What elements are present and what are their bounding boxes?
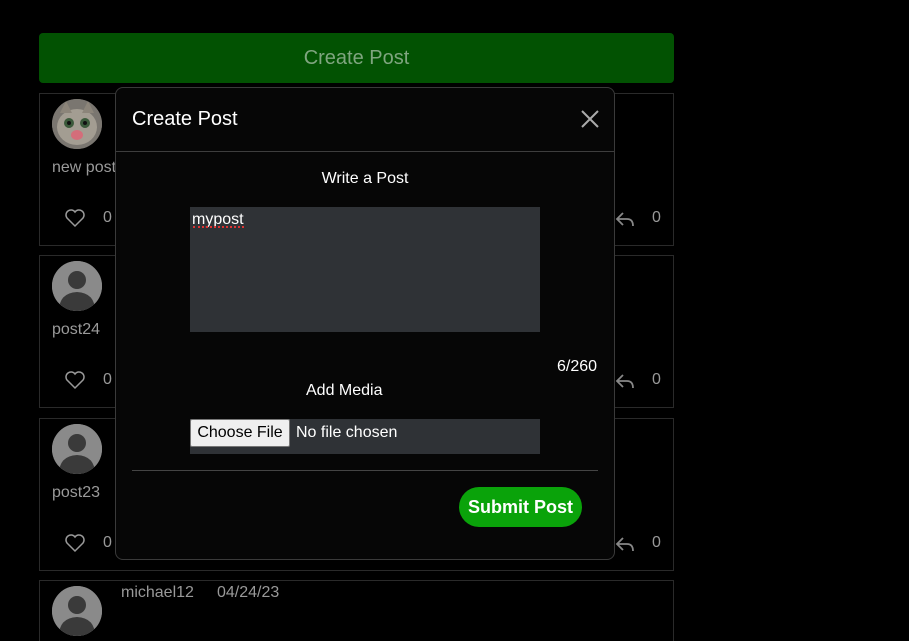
user-silhouette-icon <box>52 586 102 636</box>
user-silhouette-icon <box>52 424 102 474</box>
divider <box>132 470 598 471</box>
share-count: 0 <box>652 371 661 388</box>
submit-post-button[interactable]: Submit Post <box>459 487 582 527</box>
file-input[interactable]: Choose File No file chosen <box>190 419 540 454</box>
reply-icon[interactable] <box>615 535 635 553</box>
like-count: 0 <box>103 534 112 551</box>
post-text: post24 <box>52 321 101 338</box>
spellcheck-underline <box>193 226 244 228</box>
heart-icon[interactable] <box>64 370 86 390</box>
share-count: 0 <box>652 534 661 551</box>
user-silhouette-icon <box>52 261 102 311</box>
share-count: 0 <box>652 209 661 226</box>
like-count: 0 <box>103 209 112 226</box>
avatar[interactable] <box>52 261 102 311</box>
heart-icon[interactable] <box>64 208 86 228</box>
choose-file-button[interactable]: Choose File <box>190 419 290 447</box>
heart-icon[interactable] <box>64 533 86 553</box>
cat-avatar-image <box>52 99 102 149</box>
create-post-modal: Create Post Write a Post mypost 6/260 Ad… <box>115 87 615 560</box>
like-count: 0 <box>103 371 112 388</box>
close-icon[interactable] <box>579 108 601 130</box>
char-counter: 6/260 <box>557 358 598 375</box>
reply-icon[interactable] <box>615 210 635 228</box>
avatar[interactable] <box>52 424 102 474</box>
modal-title: Create Post <box>132 108 238 130</box>
post-username[interactable]: michael12 <box>121 584 194 602</box>
modal-header: Create Post <box>116 88 614 152</box>
post-text: new post <box>52 159 117 176</box>
avatar[interactable] <box>52 99 102 149</box>
avatar[interactable] <box>52 586 102 636</box>
post-card: michael12 04/24/23 <box>39 580 674 641</box>
create-post-button[interactable]: Create Post <box>39 33 674 83</box>
reply-icon[interactable] <box>615 372 635 390</box>
write-post-label: Write a Post <box>321 170 409 187</box>
add-media-label: Add Media <box>306 382 383 399</box>
post-text: post23 <box>52 484 101 501</box>
file-status: No file chosen <box>296 424 398 441</box>
post-date: 04/24/23 <box>217 584 280 601</box>
